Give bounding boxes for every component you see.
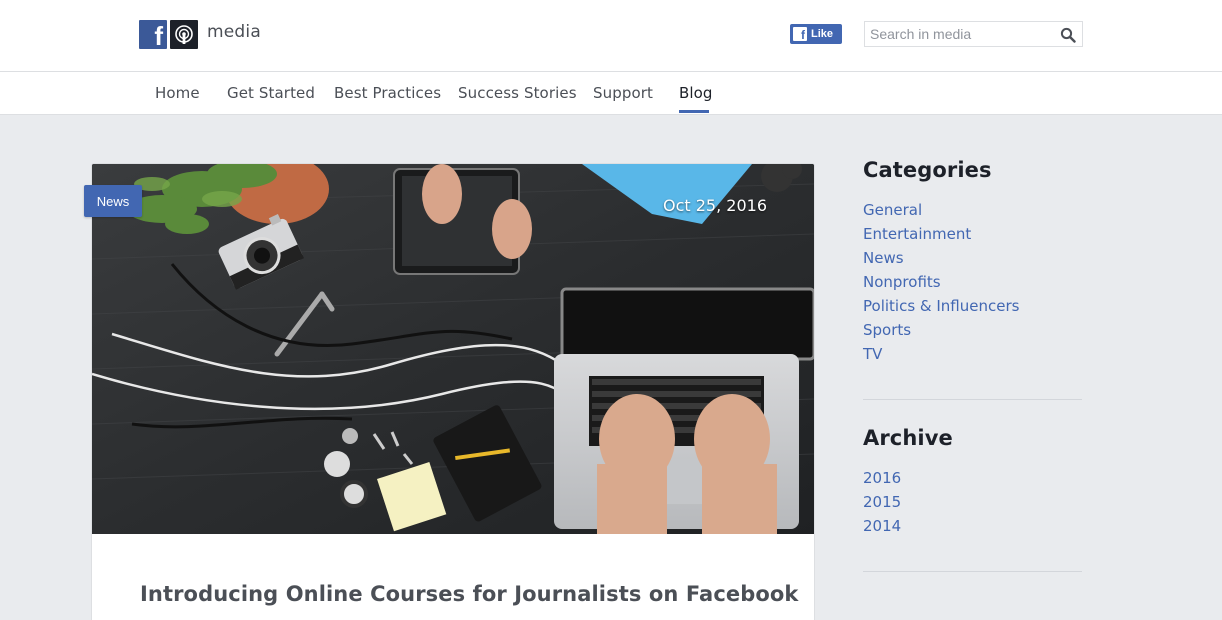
search-input[interactable] (865, 22, 1045, 46)
search-icon[interactable] (1060, 27, 1076, 43)
nav-success-stories[interactable]: Success Stories (458, 84, 577, 102)
category-link-entertainment[interactable]: Entertainment (863, 222, 1082, 246)
archive-link-2014[interactable]: 2014 (863, 514, 1082, 538)
category-badge[interactable]: News (84, 185, 142, 217)
top-bar: f media f Like (0, 0, 1222, 72)
category-link-politics[interactable]: Politics & Influencers (863, 294, 1082, 318)
active-tab-indicator (679, 110, 709, 113)
nav-support[interactable]: Support (593, 84, 653, 102)
brand-name: media (207, 21, 261, 42)
category-link-sports[interactable]: Sports (863, 318, 1082, 342)
archive-link-2016[interactable]: 2016 (863, 466, 1082, 490)
post-hero-image[interactable]: Oct 25, 2016 (92, 164, 814, 534)
search-box (864, 21, 1083, 47)
nav-home[interactable]: Home (155, 84, 200, 102)
facebook-logo-icon: f (139, 20, 167, 49)
main-nav: Home Get Started Best Practices Success … (0, 72, 1222, 115)
nav-get-started[interactable]: Get Started (227, 84, 315, 102)
archive-link-2015[interactable]: 2015 (863, 490, 1082, 514)
post-date: Oct 25, 2016 (663, 196, 767, 215)
nav-best-practices[interactable]: Best Practices (334, 84, 441, 102)
like-label: Like (811, 28, 834, 40)
category-link-news[interactable]: News (863, 246, 1082, 270)
category-link-nonprofits[interactable]: Nonprofits (863, 270, 1082, 294)
category-link-tv[interactable]: TV (863, 342, 1082, 366)
sidebar-divider (863, 399, 1082, 400)
post-card[interactable]: Oct 25, 2016 Introducing Online Courses … (91, 163, 815, 620)
categories-heading: Categories (863, 158, 992, 182)
podcast-icon (170, 20, 198, 49)
sidebar-divider (863, 571, 1082, 572)
archive-heading: Archive (863, 426, 953, 450)
facebook-f-icon: f (793, 27, 807, 41)
categories-list: General Entertainment News Nonprofits Po… (863, 198, 1082, 366)
sidebar: Categories General Entertainment News No… (863, 158, 1082, 572)
nav-blog[interactable]: Blog (679, 84, 713, 102)
post-title[interactable]: Introducing Online Courses for Journalis… (140, 582, 798, 606)
category-link-general[interactable]: General (863, 198, 1082, 222)
brand-logo[interactable]: f media (139, 20, 261, 49)
archive-list: 2016 2015 2014 (863, 466, 1082, 538)
like-button[interactable]: f Like (790, 24, 842, 44)
